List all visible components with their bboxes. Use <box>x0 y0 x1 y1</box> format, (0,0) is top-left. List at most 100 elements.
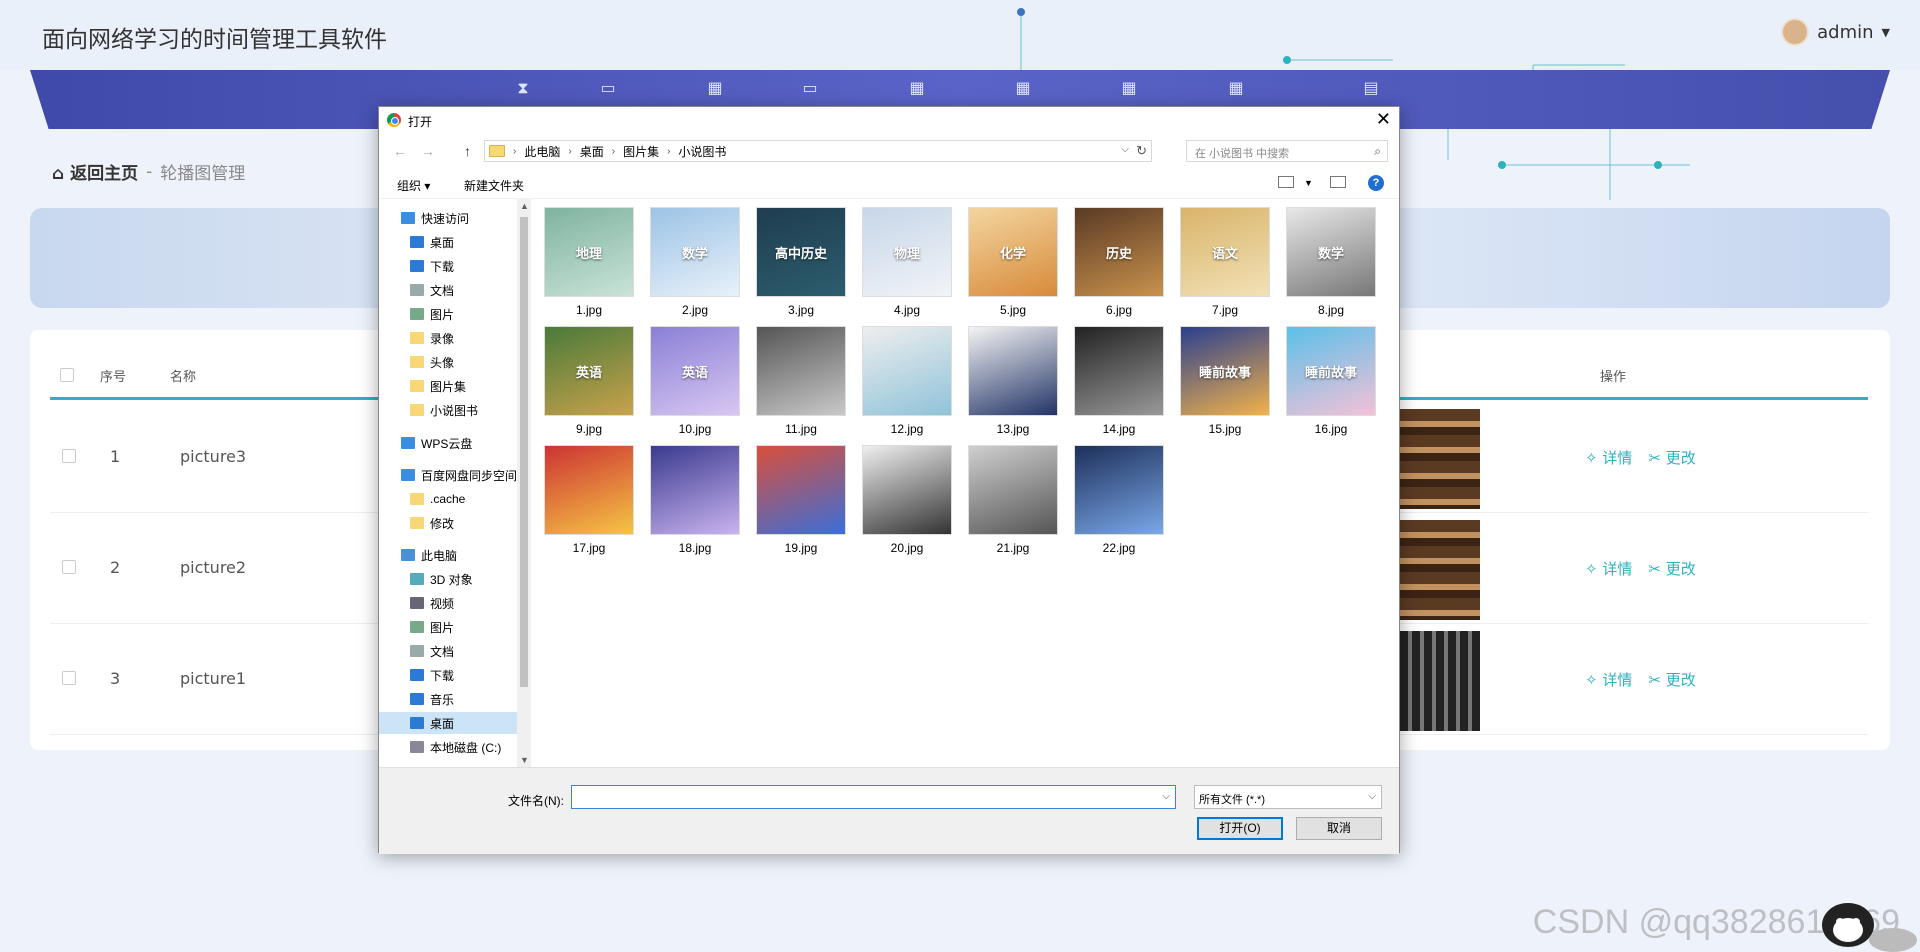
detail-link[interactable]: ✧ 详情 <box>1585 447 1632 468</box>
chevron-right-icon: › <box>611 145 616 157</box>
file-item[interactable]: 物理 4.jpg <box>859 207 955 317</box>
file-item[interactable]: 高中历史 3.jpg <box>753 207 849 317</box>
nav-item[interactable]: 下载 <box>410 664 454 686</box>
nav-item[interactable]: 此电脑 <box>401 544 457 566</box>
nav-item[interactable]: 百度网盘同步空间 <box>401 464 517 486</box>
file-item[interactable]: 19.jpg <box>753 445 849 555</box>
cancel-button[interactable]: 取消 <box>1296 817 1382 840</box>
scroll-up-icon[interactable]: ▲ <box>520 201 529 211</box>
file-item[interactable]: 英语 9.jpg <box>541 326 637 436</box>
up-arrow-icon[interactable]: ↑ <box>464 143 471 159</box>
nav-item[interactable]: 音乐 <box>410 688 454 710</box>
file-item[interactable]: 17.jpg <box>541 445 637 555</box>
edit-link[interactable]: ✂ 更改 <box>1648 558 1695 579</box>
nav-item[interactable]: 头像 <box>410 351 454 373</box>
nav-grid-icon[interactable]: ▦ <box>1226 80 1246 96</box>
nav-grid-icon[interactable]: ▦ <box>1119 80 1139 96</box>
detail-link[interactable]: ✧ 详情 <box>1585 558 1632 579</box>
edit-link[interactable]: ✂ 更改 <box>1648 447 1695 468</box>
nav-item[interactable]: 文档✦ <box>410 279 454 301</box>
nav-item[interactable]: 快速访问 <box>401 207 469 229</box>
file-item[interactable]: 18.jpg <box>647 445 743 555</box>
nav-monitor-icon[interactable]: ▭ <box>598 80 618 96</box>
file-item[interactable]: 化学 5.jpg <box>965 207 1061 317</box>
file-item[interactable]: 数学 8.jpg <box>1283 207 1379 317</box>
dialog-titlebar[interactable]: 打开 ✕ <box>379 107 1399 133</box>
nav-item[interactable]: 下载✦ <box>410 255 454 277</box>
file-item[interactable]: 21.jpg <box>965 445 1061 555</box>
row-checkbox[interactable] <box>62 671 76 685</box>
new-folder-button[interactable]: 新建文件夹 <box>464 177 524 194</box>
file-item[interactable]: 睡前故事 15.jpg <box>1177 326 1273 436</box>
file-name: 10.jpg <box>678 422 712 436</box>
file-item[interactable]: 睡前故事 16.jpg <box>1283 326 1379 436</box>
file-item[interactable]: 英语 10.jpg <box>647 326 743 436</box>
row-checkbox[interactable] <box>62 449 76 463</box>
nav-item[interactable]: 本地磁盘 (C:) <box>410 736 501 758</box>
forward-arrow-icon[interactable]: → <box>421 143 435 159</box>
path-segment[interactable]: 桌面 <box>580 143 604 160</box>
nav-item[interactable]: 文档 <box>410 640 454 662</box>
cover-text: 物理 <box>893 245 920 261</box>
nav-item[interactable]: 桌面✦ <box>410 231 454 253</box>
organize-menu[interactable]: 组织 ▾ <box>397 177 430 194</box>
search-input[interactable]: 在 小说图书 中搜索 ⌕ <box>1186 140 1388 162</box>
close-icon[interactable]: ✕ <box>1376 109 1391 130</box>
nav-grid-icon[interactable]: ▦ <box>1013 80 1033 96</box>
breadcrumb-separator: - <box>146 161 153 182</box>
scroll-down-icon[interactable]: ▼ <box>520 755 529 765</box>
nav-item[interactable]: 桌面 <box>379 712 517 734</box>
file-item[interactable]: 数学 2.jpg <box>647 207 743 317</box>
chevron-down-icon[interactable]: ⌵ <box>1121 144 1129 155</box>
scroll-thumb[interactable] <box>520 217 528 687</box>
nav-item[interactable]: WPS云盘 <box>401 432 472 454</box>
nav-item[interactable]: 视频 <box>410 592 454 614</box>
file-item[interactable]: 12.jpg <box>859 326 955 436</box>
chevron-down-icon[interactable]: ⌵ <box>1162 791 1170 802</box>
open-button[interactable]: 打开(O) <box>1197 817 1283 840</box>
nav-item[interactable]: 修改 <box>410 512 454 534</box>
nav-item[interactable]: 小说图书 <box>410 399 478 421</box>
select-all-checkbox[interactable] <box>60 368 74 382</box>
nav-item[interactable]: 图片 <box>410 616 454 638</box>
file-item[interactable]: 14.jpg <box>1071 326 1167 436</box>
folder-icon <box>410 493 424 505</box>
home-link[interactable]: ⌂ 返回主页 <box>52 159 138 184</box>
file-item[interactable]: 20.jpg <box>859 445 955 555</box>
nav-grid-icon[interactable]: ▦ <box>907 80 927 96</box>
nav-item[interactable]: 图片集 <box>410 375 466 397</box>
path-segment[interactable]: 小说图书 <box>678 143 726 160</box>
edit-link[interactable]: ✂ 更改 <box>1648 669 1695 690</box>
user-menu[interactable]: admin ▼ <box>1781 18 1890 46</box>
back-arrow-icon[interactable]: ← <box>393 143 407 159</box>
path-segment[interactable]: 此电脑 <box>524 143 560 160</box>
nav-item[interactable]: 录像 <box>410 327 454 349</box>
nav-scrollbar[interactable]: ▲ ▼ <box>517 199 531 767</box>
preview-pane-icon[interactable] <box>1330 176 1346 188</box>
nav-ticket-icon[interactable]: ⧗ <box>513 80 533 96</box>
file-item[interactable]: 13.jpg <box>965 326 1061 436</box>
path-segment[interactable]: 图片集 <box>623 143 659 160</box>
view-options-icon[interactable] <box>1278 176 1294 188</box>
chevron-down-icon[interactable]: ▼ <box>1304 178 1313 188</box>
nav-grid-icon[interactable]: ▦ <box>705 80 725 96</box>
nav-card-icon[interactable]: ▤ <box>1361 80 1381 96</box>
file-item[interactable]: 语文 7.jpg <box>1177 207 1273 317</box>
file-item[interactable]: 11.jpg <box>753 326 849 436</box>
row-checkbox[interactable] <box>62 560 76 574</box>
nav-inbox-icon[interactable]: ▭ <box>800 80 820 96</box>
help-icon[interactable]: ? <box>1368 175 1384 191</box>
address-bar[interactable]: › 此电脑 › 桌面 › 图片集 › 小说图书 ⌵ ↻ <box>484 140 1152 162</box>
file-item[interactable]: 历史 6.jpg <box>1071 207 1167 317</box>
file-item[interactable]: 地理 1.jpg <box>541 207 637 317</box>
detail-link[interactable]: ✧ 详情 <box>1585 669 1632 690</box>
col-name[interactable]: 名称 <box>170 366 196 385</box>
nav-item[interactable]: 3D 对象 <box>410 568 473 590</box>
nav-item[interactable]: .cache <box>410 488 465 510</box>
filename-input[interactable]: ⌵ <box>571 785 1176 809</box>
file-item[interactable]: 22.jpg <box>1071 445 1167 555</box>
file-name: 17.jpg <box>572 541 606 555</box>
nav-item[interactable]: 图片✦ <box>410 303 454 325</box>
refresh-icon[interactable]: ↻ <box>1136 143 1147 159</box>
file-type-select[interactable]: 所有文件 (*.*) ⌵ <box>1194 785 1382 809</box>
